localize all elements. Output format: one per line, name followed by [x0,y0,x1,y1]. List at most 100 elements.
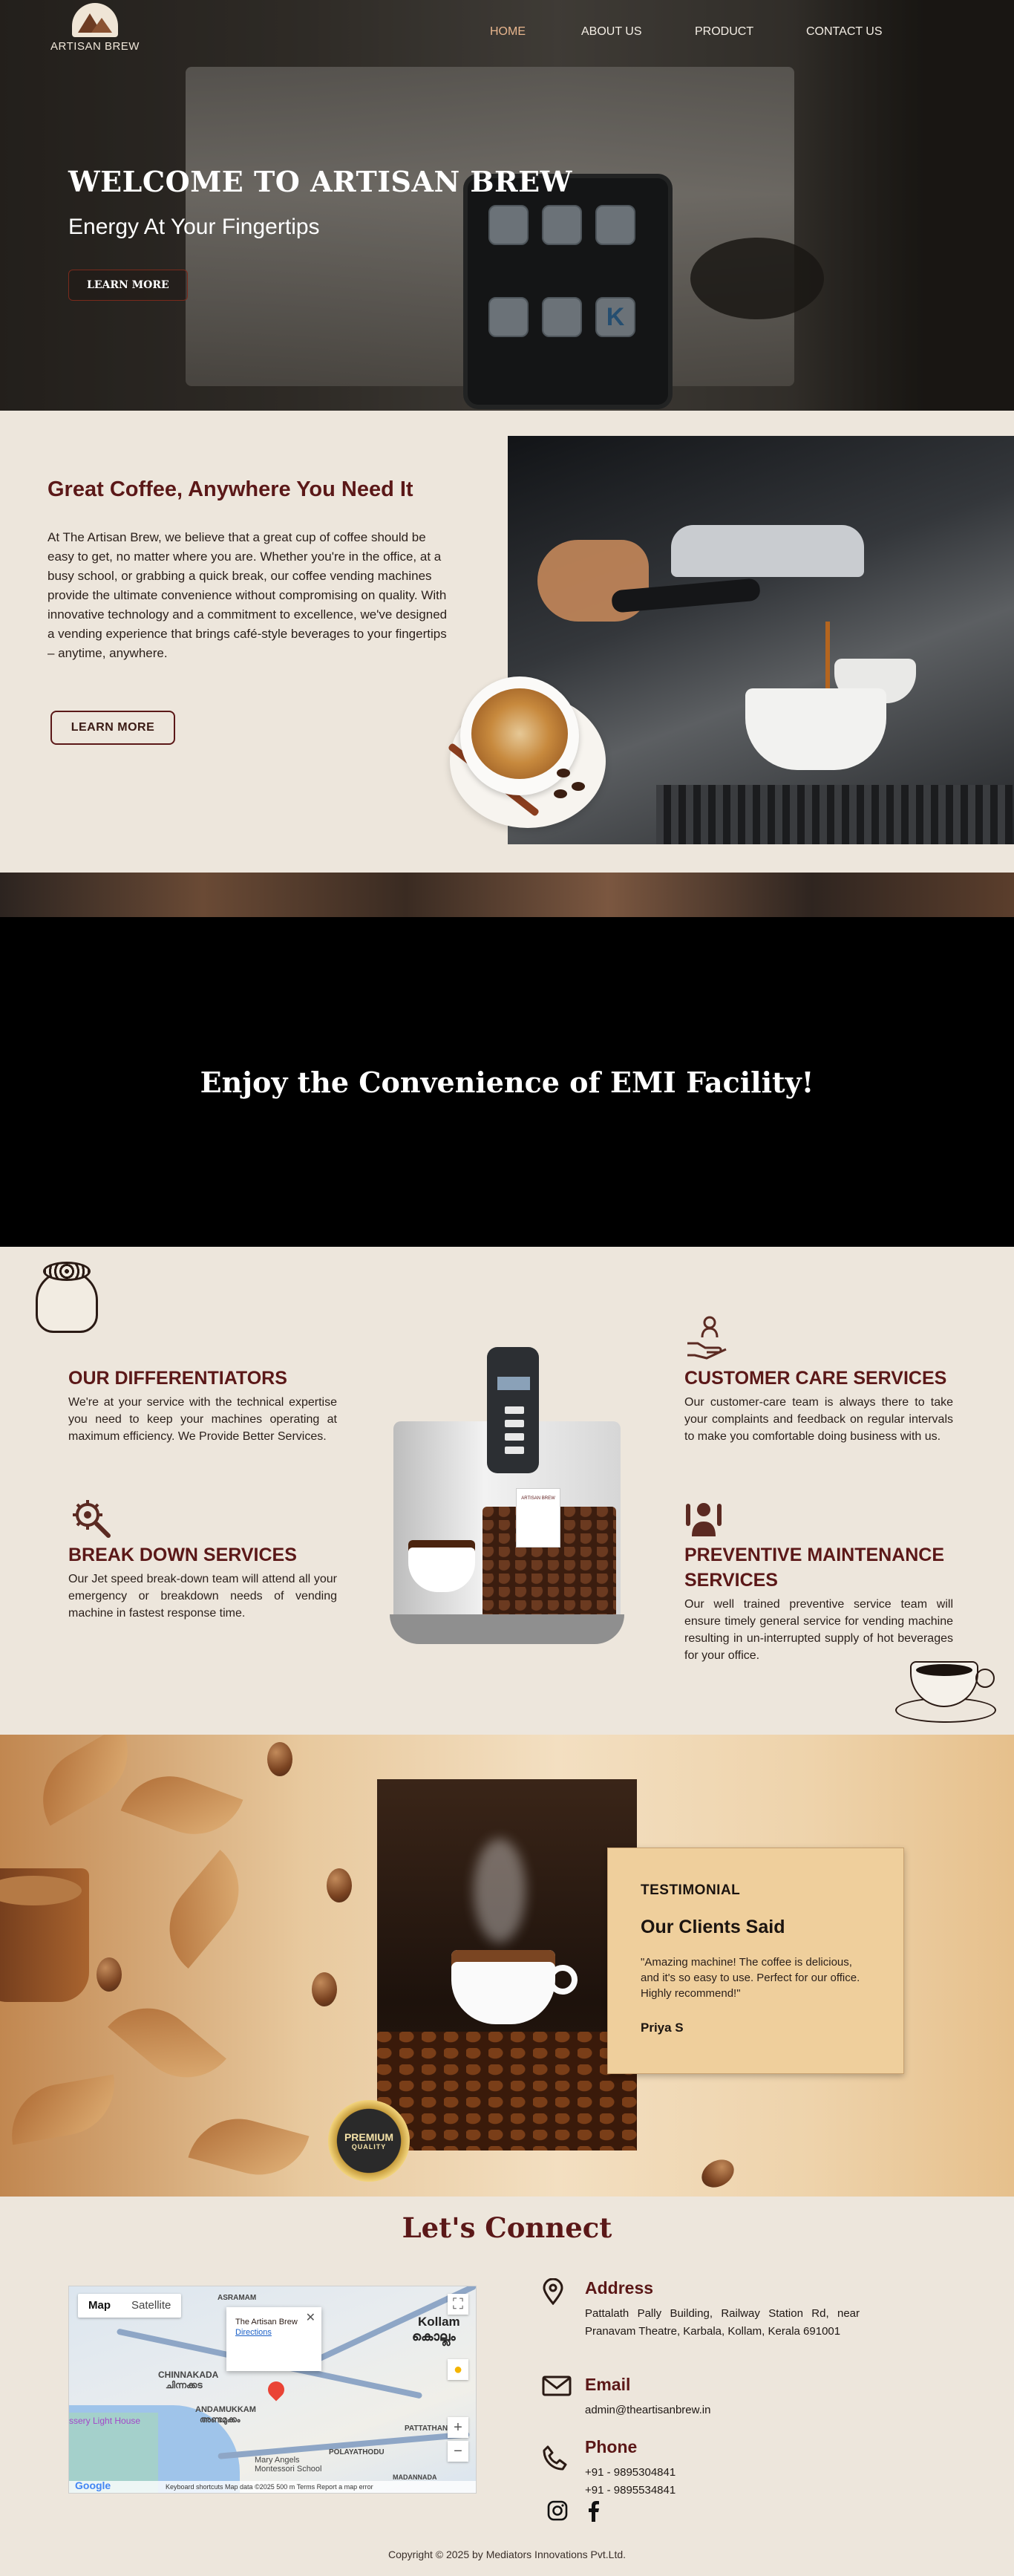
testimonial-quote: "Amazing machine! The coffee is deliciou… [641,1956,860,2000]
phone-icon [542,2445,572,2477]
hero-learn-more-button[interactable]: LEARN MORE [68,270,188,301]
coffee-leaf [108,1986,226,2099]
map-tab-map[interactable]: Map [78,2294,121,2318]
map-label: ചിന്നക്കട [166,2380,203,2390]
badge-line-2: QUALITY [351,2143,387,2151]
social-links [546,2500,604,2522]
zoom-in-button[interactable]: + [448,2417,468,2438]
map-info-window: ✕ The Artisan Brew Directions [226,2307,321,2371]
service-title: PREVENTIVE MAINTENANCE SERVICES [684,1545,945,1591]
nav-about-us[interactable]: ABOUT US [581,25,642,39]
map-label: ASRAMAM [217,2294,257,2302]
phone-title: Phone [585,2437,638,2456]
hero-section: K ARTISAN BREW HOME ABOUT US PRODUCT CON… [0,0,1014,411]
service-title: OUR DIFFERENTIATORS [68,1368,287,1389]
map-label: POLAYATHODU [329,2448,385,2456]
map-label: ssery Light House [69,2416,141,2426]
coffee-bean [327,1868,352,1902]
coffee-cup-sketch-icon [895,1657,999,1727]
gear-wrench-icon [68,1496,113,1546]
phone-lines: +91 - 9895304841 +91 - 9895534841 [585,2464,860,2500]
service-preventive-maintenance: PREVENTIVE MAINTENANCE SERVICES Our well… [684,1542,953,1664]
premium-quality-badge: PREMIUM QUALITY [328,2100,410,2182]
email-title: Email [585,2375,631,2394]
service-differentiators: OUR DIFFERENTIATORS We're at your servic… [68,1366,337,1445]
zoom-out-button[interactable]: − [448,2441,468,2462]
testimonial-heading: Our Clients Said [641,1917,785,1937]
street-view-pegman-icon[interactable]: ● [448,2359,468,2380]
machine-label: ARTISAN BREW [516,1488,560,1548]
latte-art-cup-image [445,672,606,832]
coffee-leaf [120,1761,243,1849]
testimonial-tag: TESTIMONIAL [641,1882,741,1898]
nav-product[interactable]: PRODUCT [695,25,753,39]
phone-number[interactable]: +91 - 9895304841 [585,2464,860,2482]
about-body: At The Artisan Brew, we believe that a g… [48,530,448,660]
mountain-logo-icon [72,3,118,37]
coffee-sack-icon [30,1262,108,1336]
coffee-cup-photo [377,1779,637,2151]
map-footer: Keyboard shortcuts Map data ©2025 500 m … [69,2481,476,2493]
service-customer-care: CUSTOMER CARE SERVICES Our customer-care… [684,1366,953,1445]
service-text: We're at your service with the technical… [68,1396,337,1443]
photo-cup [745,688,886,770]
service-text: Our Jet speed break-down team will atten… [68,1573,337,1620]
brand-logo[interactable]: ARTISAN BREW [50,3,140,53]
about-heading: Great Coffee, Anywhere You Need It [48,477,413,501]
badge-line-1: PREMIUM [344,2131,394,2143]
map-label: Kollam [418,2315,460,2329]
photo-drip-tray [656,785,1013,844]
email-text[interactable]: admin@theartisanbrew.in [585,2401,860,2419]
hero-subtitle: Energy At Your Fingertips [68,215,320,239]
testimonial-section: PREMIUM QUALITY TESTIMONIAL Our Clients … [0,1735,1014,2197]
coffee-leaf [148,1850,261,1969]
map-pin-icon[interactable] [264,2378,288,2401]
coffee-beans-strip [0,873,1014,917]
instagram-icon[interactable] [546,2500,569,2522]
service-title: CUSTOMER CARE SERVICES [684,1368,947,1389]
google-logo: Google [75,2479,111,2491]
about-learn-more-button[interactable]: LEARN MORE [50,711,175,745]
emi-section: Enjoy the Convenience of EMI Facility! [0,917,1014,1247]
location-pin-icon [542,2277,572,2311]
close-icon[interactable]: ✕ [306,2310,315,2325]
copyright-text: Copyright © 2025 by Mediators Innovation… [387,2549,627,2560]
map-tab-satellite[interactable]: Satellite [121,2294,181,2318]
emi-heading: Enjoy the Convenience of EMI Facility! [200,1065,814,1099]
map-label: MADANNADA [393,2474,437,2481]
facebook-icon[interactable] [582,2500,604,2522]
map-directions-link[interactable]: Directions [235,2328,313,2337]
embedded-map[interactable]: Map Satellite ASRAMAM CHINNAKADA ചിന്നക്… [68,2286,477,2494]
brand-name: ARTISAN BREW [50,40,140,53]
service-text: Our well trained preventive service team… [684,1598,953,1662]
phone-number[interactable]: +91 - 9895534841 [585,2482,860,2500]
coffee-leaf [4,2074,122,2145]
wooden-coffee-cup [0,1868,89,2002]
hero-title: WELCOME TO ARTISAN BREW [68,165,572,198]
nav-contact-us[interactable]: CONTACT US [806,25,883,39]
coffee-bean [97,1957,122,1992]
photo-espresso-stream [825,622,830,688]
nav-home[interactable]: HOME [490,25,526,39]
map-popup-title: The Artisan Brew [235,2318,298,2326]
coffee-bean [696,2153,739,2194]
address-text: Pattalath Pally Building, Railway Statio… [585,2307,860,2338]
vending-machine-image: ARTISAN BREW [390,1347,624,1644]
service-text: Our customer-care team is always there t… [684,1396,953,1443]
service-title: BREAK DOWN SERVICES [68,1545,297,1565]
map-label: ANDAMUKKAM [195,2405,256,2414]
hand-person-icon [684,1314,730,1366]
photo-group-head [671,525,864,577]
coffee-bean [312,1972,337,2006]
map-label: Mary Angels Montessori School [255,2456,322,2474]
top-navigation: ARTISAN BREW HOME ABOUT US PRODUCT CONTA… [0,0,1014,67]
fullscreen-icon[interactable]: ⛶ [448,2294,468,2315]
coffee-bean [267,1742,292,1776]
map-label: കൊല്ലം [412,2329,456,2344]
contact-section: Let's Connect Map Satellite ASRAMAM CHIN… [0,2197,1014,2576]
map-label: അണ്ടമുക്കം [200,2416,241,2425]
testimonial-card: TESTIMONIAL Our Clients Said "Amazing ma… [607,1848,904,2074]
service-breakdown: BREAK DOWN SERVICES Our Jet speed break-… [68,1542,337,1622]
about-section: Great Coffee, Anywhere You Need It At Th… [0,411,1014,873]
services-section: OUR DIFFERENTIATORS We're at your servic… [0,1247,1014,1735]
